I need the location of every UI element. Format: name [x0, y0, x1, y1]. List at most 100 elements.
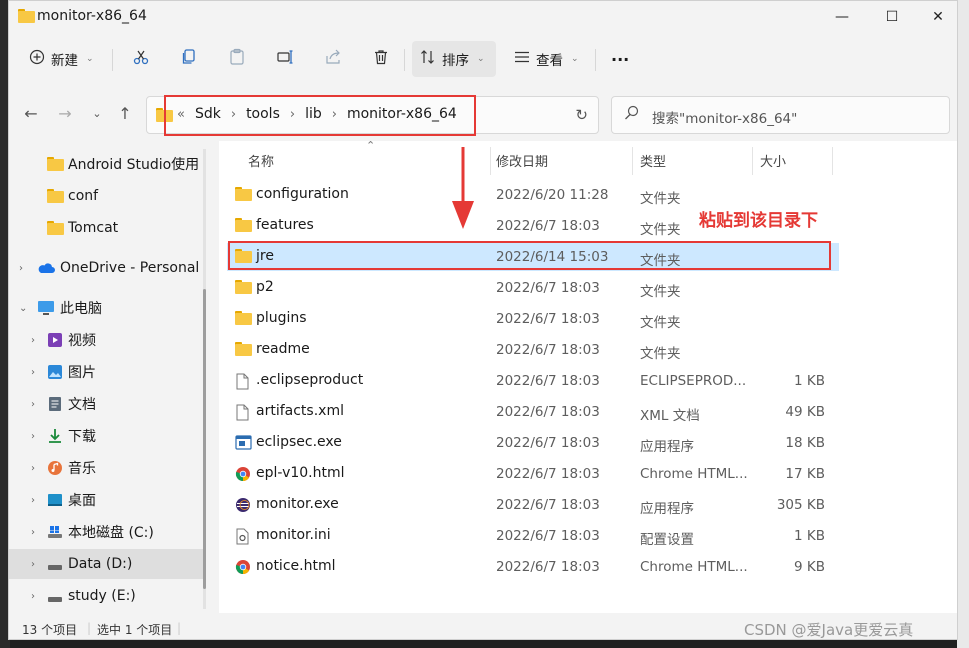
- folder-icon: [47, 157, 64, 171]
- folder-icon: [47, 221, 64, 235]
- file-type: 应用程序: [640, 439, 694, 455]
- sidebar-item-documents[interactable]: › 文档: [9, 389, 205, 419]
- sidebar-item-tomcat[interactable]: Tomcat: [9, 213, 205, 243]
- file-row[interactable]: readme 2022/6/7 18:03 文件夹: [227, 336, 839, 364]
- file-date: 2022/6/7 18:03: [496, 373, 600, 389]
- column-header-type[interactable]: 类型: [640, 151, 666, 170]
- file-row[interactable]: monitor.exe 2022/6/7 18:03 应用程序 305 KB: [227, 491, 839, 519]
- file-type: 文件夹: [640, 222, 681, 238]
- chevron-down-icon: ⌄: [86, 54, 94, 64]
- file-row[interactable]: epl-v10.html 2022/6/7 18:03 Chrome HTML...…: [227, 460, 839, 488]
- chevron-right-icon: ›: [31, 494, 35, 506]
- folder-icon: [235, 218, 252, 233]
- background-window-right: [957, 0, 969, 648]
- file-date: 2022/6/7 18:03: [496, 404, 600, 420]
- maximize-button[interactable]: ☐: [869, 1, 915, 33]
- column-header-name[interactable]: 名称: [248, 151, 274, 170]
- sidebar-item-pictures[interactable]: › 图片: [9, 357, 205, 387]
- file-name: eclipsec.exe: [256, 434, 342, 450]
- close-button[interactable]: ✕: [915, 1, 957, 33]
- folder-icon: [47, 189, 64, 203]
- file-row[interactable]: notice.html 2022/6/7 18:03 Chrome HTML... 9…: [227, 553, 839, 581]
- copy-button[interactable]: [172, 41, 206, 77]
- file-size: 305 KB: [776, 497, 825, 513]
- sort-button-label: 排序: [442, 53, 469, 69]
- sort-button[interactable]: 排序 ⌄: [412, 41, 496, 77]
- sidebar-item-desktop[interactable]: › 桌面: [9, 485, 205, 515]
- forward-arrow-icon[interactable]: →: [53, 101, 77, 125]
- file-icon: [235, 404, 252, 421]
- file-row[interactable]: eclipsec.exe 2022/6/7 18:03 应用程序 18 KB: [227, 429, 839, 457]
- file-type: Chrome HTML...: [640, 466, 748, 482]
- delete-button[interactable]: [364, 41, 398, 77]
- chevron-right-icon: ›: [31, 430, 35, 442]
- sidebar-item-music[interactable]: › 音乐: [9, 453, 205, 483]
- eclipse-icon: [235, 497, 252, 512]
- video-icon: [47, 332, 63, 352]
- recent-locations-chevron-icon[interactable]: ⌄: [85, 101, 109, 125]
- chevron-right-icon: ›: [31, 334, 35, 346]
- file-name: artifacts.xml: [256, 403, 344, 419]
- sidebar-item-conf[interactable]: conf: [9, 181, 205, 211]
- file-row[interactable]: artifacts.xml 2022/6/7 18:03 XML 文档 49 KB: [227, 398, 839, 426]
- file-row[interactable]: configuration 2022/6/20 11:28 文件夹: [227, 181, 839, 209]
- chevron-right-icon: ›: [31, 462, 35, 474]
- rename-button[interactable]: [268, 41, 302, 77]
- file-date: 2022/6/7 18:03: [496, 280, 600, 296]
- sidebar-item-drive-d[interactable]: › Data (D:): [9, 549, 205, 579]
- minimize-button[interactable]: —: [819, 1, 865, 33]
- file-type: Chrome HTML...: [640, 559, 748, 575]
- red-arrow-annotation: [452, 147, 474, 229]
- sidebar-item-android-studio[interactable]: Android Studio使用: [9, 149, 205, 179]
- folder-icon: [235, 342, 252, 357]
- ini-icon: [235, 528, 252, 545]
- command-bar: 新建 ⌄ 排序 ⌄ 查看 ⌄ ···: [9, 39, 957, 81]
- chevron-down-icon: ⌄: [571, 54, 579, 64]
- share-button[interactable]: [316, 41, 350, 77]
- file-size: 9 KB: [794, 559, 825, 575]
- file-size: 1 KB: [794, 373, 825, 389]
- sidebar-item-videos[interactable]: › 视频: [9, 325, 205, 355]
- more-options-button[interactable]: ···: [603, 41, 637, 77]
- sidebar-scrollbar[interactable]: [203, 149, 206, 609]
- back-arrow-icon[interactable]: ←: [19, 101, 43, 125]
- file-row[interactable]: p2 2022/6/7 18:03 文件夹: [227, 274, 839, 302]
- search-input[interactable]: 搜索"monitor-x86_64": [652, 107, 797, 127]
- refresh-icon[interactable]: ↻: [575, 106, 588, 124]
- sidebar-item-downloads[interactable]: › 下载: [9, 421, 205, 451]
- file-type: 文件夹: [640, 315, 681, 331]
- search-box[interactable]: 搜索"monitor-x86_64": [611, 96, 950, 134]
- download-icon: [47, 428, 63, 448]
- file-size: 17 KB: [785, 466, 825, 482]
- chevron-right-icon: ›: [19, 262, 23, 274]
- up-arrow-icon[interactable]: ↑: [113, 101, 137, 125]
- column-header-size[interactable]: 大小: [760, 151, 786, 170]
- column-header-date[interactable]: 修改日期: [496, 151, 548, 170]
- annotation-text: 粘贴到该目录下: [699, 211, 818, 231]
- music-icon: [47, 460, 63, 480]
- sidebar-item-this-pc[interactable]: ⌄ 此电脑: [9, 293, 205, 323]
- file-type: 文件夹: [640, 191, 681, 207]
- folder-icon: [18, 9, 35, 23]
- sidebar-item-drive-e[interactable]: › study (E:): [9, 581, 205, 611]
- file-row[interactable]: .eclipseproduct 2022/6/7 18:03 ECLIPSEPROD…: [227, 367, 839, 395]
- drive-icon: [47, 592, 63, 608]
- view-button[interactable]: 查看 ⌄: [506, 41, 587, 77]
- file-date: 2022/6/20 11:28: [496, 187, 609, 203]
- share-icon: [324, 48, 342, 70]
- file-date: 2022/6/7 18:03: [496, 528, 600, 544]
- folder-icon: [235, 280, 252, 295]
- paste-button[interactable]: [220, 41, 254, 77]
- cut-button[interactable]: [124, 41, 158, 77]
- new-button[interactable]: 新建 ⌄: [21, 41, 102, 77]
- file-row[interactable]: plugins 2022/6/7 18:03 文件夹: [227, 305, 839, 333]
- file-date: 2022/6/7 18:03: [496, 466, 600, 482]
- window-title: monitor-x86_64: [37, 8, 147, 24]
- sidebar-item-onedrive[interactable]: › OneDrive - Personal: [9, 253, 205, 283]
- drive-icon: [47, 560, 63, 576]
- file-size: 1 KB: [794, 528, 825, 544]
- search-icon: [624, 105, 639, 124]
- chrome-icon: [235, 559, 252, 575]
- file-row[interactable]: monitor.ini 2022/6/7 18:03 配置设置 1 KB: [227, 522, 839, 550]
- sidebar-item-drive-c[interactable]: › 本地磁盘 (C:): [9, 517, 205, 547]
